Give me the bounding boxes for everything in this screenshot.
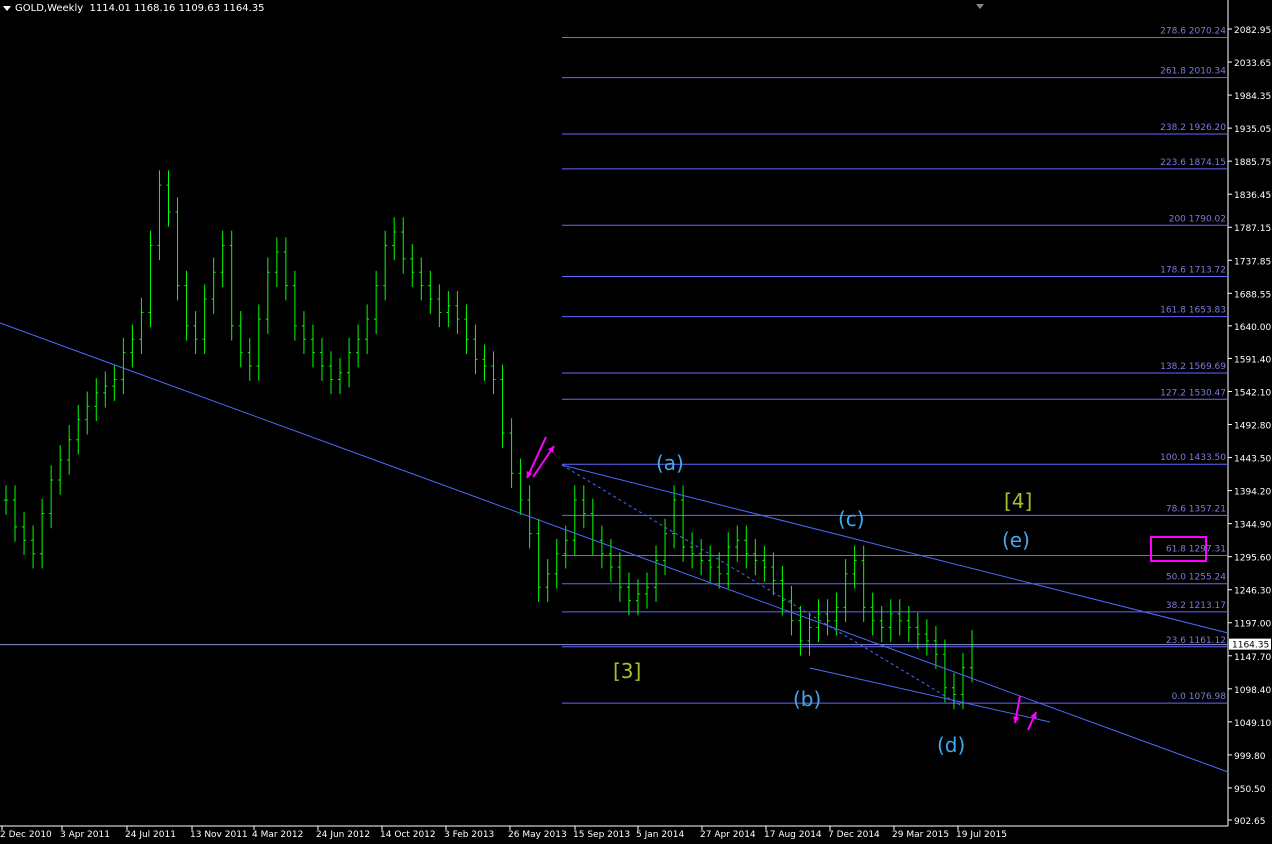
price-tick-label: 1885.75 (1234, 158, 1271, 168)
time-tick-label: 19 Jul 2015 (956, 830, 1007, 840)
time-tick-label: 14 Oct 2012 (380, 830, 436, 840)
price-tick-label: 999.80 (1234, 752, 1266, 762)
wave-label-4: [4] (1004, 489, 1032, 513)
price-tick-label: 1246.30 (1234, 587, 1271, 597)
fib-label: 61.8 1297.31 (1166, 545, 1226, 555)
wave-label-e: (e) (1002, 528, 1030, 552)
time-tick-label: 24 Jun 2012 (316, 830, 370, 840)
price-tick-label: 1737.85 (1234, 257, 1271, 267)
fib-label: 0.0 1076.98 (1172, 692, 1227, 702)
current-price-label: 1164.35 (1232, 641, 1269, 651)
wave-label-3: [3] (613, 659, 641, 683)
fib-label: 78.6 1357.21 (1166, 504, 1226, 514)
price-tick-label: 1443.50 (1234, 455, 1271, 465)
price-tick-label: 1591.40 (1234, 355, 1271, 365)
time-tick-label: 2 Dec 2010 (0, 830, 52, 840)
time-tick-label: 3 Feb 2013 (444, 830, 494, 840)
fib-label: 200 1790.02 (1169, 214, 1226, 224)
time-tick-label: 26 May 2013 (508, 830, 567, 840)
price-tick-label: 950.50 (1234, 785, 1266, 795)
price-tick-label: 1344.90 (1234, 521, 1271, 531)
time-tick-label: 5 Jan 2014 (636, 830, 684, 840)
time-tick-label: 15 Sep 2013 (573, 830, 630, 840)
price-tick-label: 1836.45 (1234, 191, 1271, 201)
fib-label: 161.8 1653.83 (1160, 306, 1226, 316)
fib-label: 238.2 1926.20 (1160, 123, 1226, 133)
price-tick-label: 1984.35 (1234, 92, 1271, 102)
time-tick-label: 4 Mar 2012 (252, 830, 303, 840)
price-tick-label: 1295.60 (1234, 554, 1271, 564)
fib-label: 38.2 1213.17 (1166, 601, 1226, 611)
time-tick-label: 17 Aug 2014 (764, 830, 822, 840)
price-tick-label: 1098.40 (1234, 686, 1271, 696)
fib-label: 223.6 1874.15 (1160, 158, 1226, 168)
price-tick-label: 1394.20 (1234, 488, 1271, 498)
wave-label-a: (a) (656, 451, 684, 475)
price-tick-label: 1640.00 (1234, 323, 1271, 333)
fib-label: 261.8 2010.34 (1160, 67, 1226, 77)
time-tick-label: 24 Jul 2011 (125, 830, 176, 840)
time-tick-label: 13 Nov 2011 (190, 830, 248, 840)
price-tick-label: 1147.70 (1234, 653, 1271, 663)
trendline-long (0, 322, 1229, 773)
wave-label-b: (b) (793, 687, 821, 711)
wave-label-d: (d) (937, 733, 965, 757)
fib-label: 178.6 1713.72 (1160, 265, 1226, 275)
time-tick-label: 7 Dec 2014 (828, 830, 880, 840)
fib-label: 278.6 2070.24 (1160, 27, 1226, 37)
trendline-b-d (809, 667, 1051, 723)
price-tick-label: 902.65 (1234, 817, 1266, 827)
time-tick-label: 29 Mar 2015 (892, 830, 949, 840)
price-tick-label: 2082.95 (1234, 26, 1271, 36)
fib-label: 100.0 1433.50 (1160, 453, 1226, 463)
trendline-a-c (561, 464, 1229, 634)
scroll-marker-icon (976, 4, 984, 9)
fib-label: 127.2 1530.47 (1160, 388, 1226, 398)
price-tick-label: 1049.10 (1234, 719, 1271, 729)
fib-label: 50.0 1255.24 (1166, 573, 1226, 583)
wave-label-c: (c) (838, 507, 865, 531)
time-tick-label: 3 Apr 2011 (60, 830, 110, 840)
price-tick-label: 1935.05 (1234, 125, 1271, 135)
price-tick-label: 2033.65 (1234, 59, 1271, 69)
price-tick-label: 1787.15 (1234, 224, 1271, 234)
price-chart[interactable]: 2082.95 2033.65 1984.35 1935.05 1885.75 1836.… (0, 0, 1272, 844)
price-tick-label: 1492.80 (1234, 422, 1271, 432)
price-tick-label: 1688.55 (1234, 290, 1271, 300)
price-tick-label: 1197.00 (1234, 620, 1271, 630)
price-tick-label: 1542.10 (1234, 388, 1271, 398)
time-tick-label: 27 Apr 2014 (700, 830, 756, 840)
fib-label: 138.2 1569.69 (1160, 362, 1226, 372)
